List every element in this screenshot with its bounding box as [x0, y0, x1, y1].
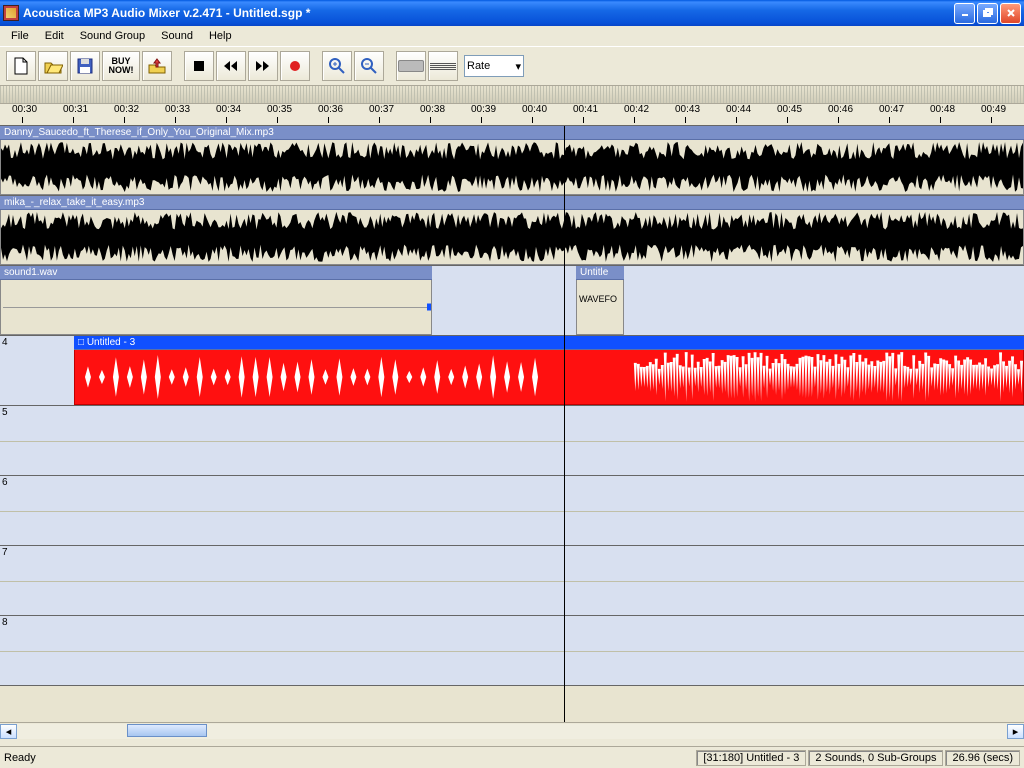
buy-now-button[interactable]: BUY NOW! — [102, 51, 140, 81]
restore-button[interactable] — [977, 3, 998, 24]
chevron-down-icon: ▾ — [515, 60, 521, 73]
clip-header[interactable]: Untitle — [576, 266, 624, 280]
status-duration: 26.96 (secs) — [945, 750, 1020, 766]
track-5[interactable]: 5 — [0, 406, 1024, 476]
scroll-track[interactable] — [17, 724, 1007, 739]
lane-label: 6 — [2, 477, 8, 488]
menu-bar: File Edit Sound Group Sound Help — [0, 26, 1024, 46]
rewind-button[interactable] — [216, 51, 246, 81]
lane-label: 8 — [2, 617, 8, 628]
track-1[interactable]: Danny_Saucedo_ft_Therese_if_Only_You_Ori… — [0, 126, 1024, 196]
clip-sound1[interactable]: sound1.wav — [0, 266, 432, 335]
track-6[interactable]: 6 — [0, 476, 1024, 546]
minimize-button[interactable] — [954, 3, 975, 24]
status-position: [31:180] Untitled - 3 — [696, 750, 806, 766]
status-sounds: 2 Sounds, 0 Sub-Groups — [808, 750, 943, 766]
selection-handle[interactable] — [427, 304, 432, 311]
eq-button[interactable] — [428, 51, 458, 81]
time-ruler[interactable]: 00:3000:3100:3200:3300:3400:3500:3600:37… — [0, 104, 1024, 126]
lane-label: 7 — [2, 547, 8, 558]
zoom-in-button[interactable] — [322, 51, 352, 81]
scroll-right-button[interactable]: ▸ — [1007, 724, 1024, 739]
clip-header[interactable]: mika_-_relax_take_it_easy.mp3 — [0, 196, 1024, 210]
window-title: Acoustica MP3 Audio Mixer v.2.471 - Unti… — [23, 6, 954, 20]
workspace: Danny_Saucedo_ft_Therese_if_Only_You_Ori… — [0, 126, 1024, 722]
waveform — [3, 307, 429, 308]
menu-edit[interactable]: Edit — [38, 28, 71, 44]
scroll-left-button[interactable]: ◂ — [0, 724, 17, 739]
track-4[interactable]: 4 □ Untitled - 3 — [0, 336, 1024, 406]
menu-file[interactable]: File — [4, 28, 36, 44]
clip-untitled3[interactable]: □ Untitled - 3 — [74, 336, 1024, 405]
track-7[interactable]: 7 — [0, 546, 1024, 616]
new-button[interactable] — [6, 51, 36, 81]
status-bar: Ready [31:180] Untitled - 3 2 Sounds, 0 … — [0, 746, 1024, 768]
menu-help[interactable]: Help — [202, 28, 239, 44]
record-button[interactable] — [280, 51, 310, 81]
save-button[interactable] — [70, 51, 100, 81]
scroll-thumb[interactable] — [127, 724, 207, 737]
menu-soundgroup[interactable]: Sound Group — [73, 28, 152, 44]
title-bar: Acoustica MP3 Audio Mixer v.2.471 - Unti… — [0, 0, 1024, 26]
clip-body-text: WAVEFO — [576, 280, 624, 335]
slider-button[interactable] — [396, 51, 426, 81]
playhead[interactable] — [564, 126, 565, 722]
rate-label: Rate — [467, 60, 490, 72]
clip-untitle[interactable]: Untitle WAVEFO — [576, 266, 624, 335]
zoom-out-button[interactable] — [354, 51, 384, 81]
clip-mika[interactable]: mika_-_relax_take_it_easy.mp3 — [0, 196, 1024, 265]
status-ready: Ready — [4, 752, 36, 764]
track-2[interactable]: mika_-_relax_take_it_easy.mp3 — [0, 196, 1024, 266]
spectrum-strip — [0, 86, 1024, 104]
stop-button[interactable] — [184, 51, 214, 81]
clip-header[interactable]: □ Untitled - 3 — [74, 336, 1024, 350]
close-button[interactable] — [1000, 3, 1021, 24]
app-icon — [3, 5, 19, 21]
lane-label: 5 — [2, 407, 8, 418]
forward-button[interactable] — [248, 51, 278, 81]
lane-label: 4 — [2, 337, 8, 348]
rate-dropdown[interactable]: Rate ▾ — [464, 55, 524, 77]
import-button[interactable] — [142, 51, 172, 81]
clip-header[interactable]: Danny_Saucedo_ft_Therese_if_Only_You_Ori… — [0, 126, 1024, 140]
clip-danny[interactable]: Danny_Saucedo_ft_Therese_if_Only_You_Ori… — [0, 126, 1024, 195]
toolbar: BUY NOW! Rate ▾ — [0, 46, 1024, 86]
open-button[interactable] — [38, 51, 68, 81]
track-8[interactable]: 8 — [0, 616, 1024, 686]
track-3[interactable]: sound1.wav Untitle WAVEFO — [0, 266, 1024, 336]
horizontal-scrollbar[interactable]: ◂ ▸ — [0, 722, 1024, 739]
clip-header[interactable]: sound1.wav — [0, 266, 432, 280]
menu-sound[interactable]: Sound — [154, 28, 200, 44]
